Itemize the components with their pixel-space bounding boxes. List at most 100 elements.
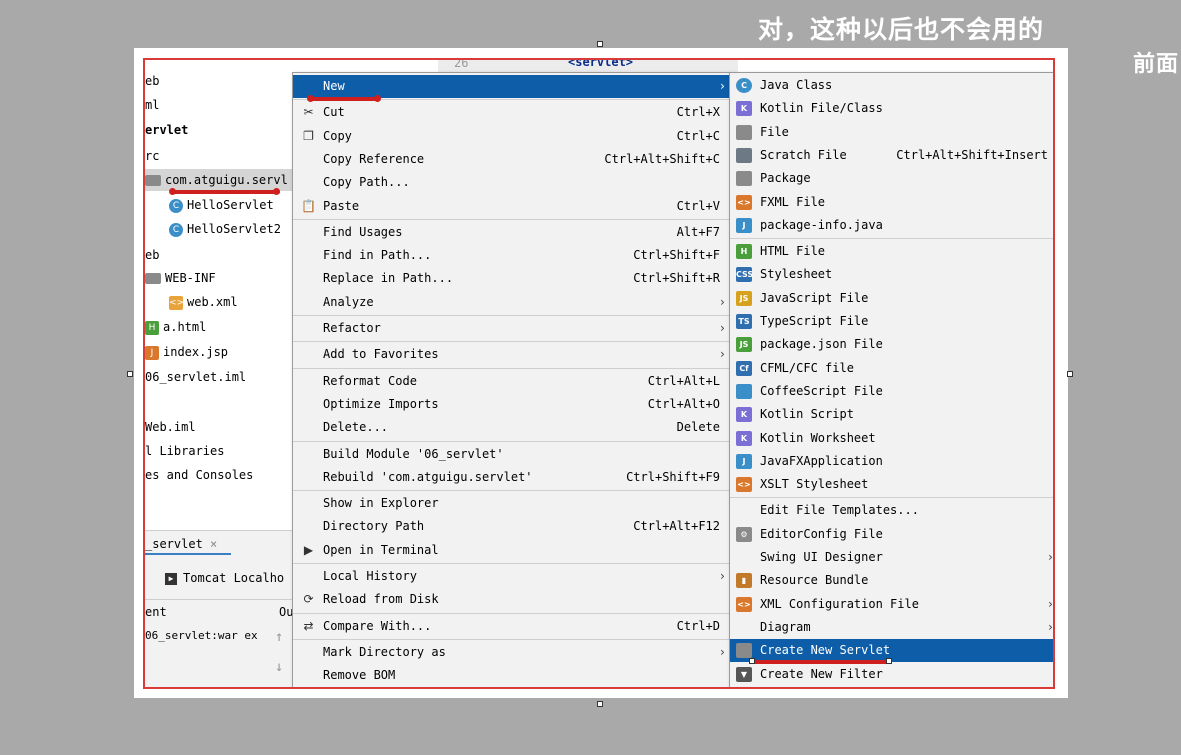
menu-item-copy-path[interactable]: Copy Path... [293,171,730,194]
run-tab[interactable]: _servlet × [145,537,217,551]
menu-item-label: JavaScript File [760,290,869,305]
tree-item[interactable]: C HelloServlet [169,194,274,216]
menu-separator [293,563,730,564]
menu-item-fxml-file[interactable]: <> FXML File [730,191,1053,214]
tree-item[interactable]: com.atguigu.servl [145,169,295,191]
menu-item-label: package.json File [760,337,883,352]
menu-item-build-module-06-servlet[interactable]: Build Module '06_servlet' [293,443,730,466]
menu-item-label: CFML/CFC file [760,360,854,375]
close-icon[interactable]: × [210,537,217,551]
menu-item-cfml-cfc-file[interactable]: Cf CFML/CFC file [730,357,1053,380]
menu-item-shortcut: Ctrl+Alt+O [647,396,720,411]
menu-item-label: Rebuild 'com.atguigu.servlet' [323,469,533,484]
tree-item[interactable]: eb [145,244,159,266]
menu-item-package-json-file[interactable]: JS package.json File [730,333,1053,356]
resize-handle[interactable] [597,41,603,47]
menu-item-label: Kotlin File/Class [760,101,883,116]
tree-item[interactable]: Jindex.jsp [145,341,228,363]
menu-item-cut[interactable]: ✂ Cut Ctrl+X [293,101,730,124]
menu-item-analyze[interactable]: Analyze › [293,291,730,314]
resize-handle[interactable] [886,658,892,664]
menu-item-label: Resource Bundle [760,573,869,588]
menu-item-copy-reference[interactable]: Copy Reference Ctrl+Alt+Shift+C [293,148,730,171]
menu-item-label: HTML File [760,244,826,259]
menu-item-new[interactable]: New › [293,75,730,98]
menu-item-typescript-file[interactable]: TS TypeScript File [730,310,1053,333]
file-icon [736,124,752,140]
menu-item-xslt-stylesheet[interactable]: <> XSLT Stylesheet [730,473,1053,496]
menu-item-add-to-favorites[interactable]: Add to Favorites › [293,343,730,366]
menu-item-create-new-servlet[interactable]: Create New Servlet [730,639,1053,663]
menu-item-remove-bom[interactable]: Remove BOM [293,664,730,687]
menu-item-java-class[interactable]: C Java Class [730,74,1053,97]
tree-item[interactable]: Ha.html [145,316,206,338]
tree-item-label: WEB-INF [165,271,216,285]
deployment-row[interactable]: 06_servlet:war ex [145,629,258,642]
tree-item[interactable]: ml [145,94,159,116]
menu-item-label: Kotlin Script [760,407,854,422]
menu-item-package-info-java[interactable]: Jpackage-info.java [730,214,1053,237]
menu-item-label: Compare With... [323,618,432,633]
menu-item-label: Replace in Path... [323,271,454,286]
tree-item[interactable]: l Libraries [145,440,224,462]
menu-item-paste[interactable]: 📋 Paste Ctrl+V [293,195,730,218]
tree-item[interactable]: C HelloServlet2 [169,218,281,240]
menu-item-reload-from-disk[interactable]: ⟳ Reload from Disk [293,588,730,611]
tree-item[interactable]: <> web.xml [169,291,238,313]
menu-item-delete[interactable]: Delete... Delete [293,416,730,439]
menu-item-refactor[interactable]: Refactor › [293,317,730,340]
menu-item-find-usages[interactable]: Find Usages Alt+F7 [293,221,730,244]
menu-item-kotlin-worksheet[interactable]: K Kotlin Worksheet [730,427,1053,450]
kotlin-worksheet-icon: K [736,430,752,446]
menu-item-create-new-filter[interactable]: ▼ Create New Filter [730,663,1053,686]
menu-item-replace-in-path[interactable]: Replace in Path... Ctrl+Shift+R [293,267,730,290]
tree-item-label: eb [145,74,160,88]
menu-item-label: Remove BOM [323,668,396,683]
menu-item-xml-configuration-file[interactable]: <> XML Configuration File › [730,593,1053,616]
menu-item-optimize-imports[interactable]: Optimize Imports Ctrl+Alt+O [293,393,730,416]
menu-item-scratch-file[interactable]: Scratch File Ctrl+Alt+Shift+Insert [730,144,1053,167]
menu-item-editorconfig-file[interactable]: ⚙ EditorConfig File [730,523,1053,546]
menu-item-resource-bundle[interactable]: ▮ Resource Bundle [730,569,1053,592]
menu-item-swing-ui-designer[interactable]: Swing UI Designer › [730,546,1053,569]
menu-item-edit-file-templates[interactable]: Edit File Templates... [730,499,1053,522]
tree-item[interactable]: Web.iml [145,416,196,438]
resize-handle[interactable] [597,701,603,707]
menu-item-show-in-explorer[interactable]: Show in Explorer [293,492,730,515]
menu-item-label: File [760,124,789,139]
menu-item-file[interactable]: File [730,121,1053,144]
menu-item-compare-with[interactable]: ⇄ Compare With... Ctrl+D [293,615,730,638]
menu-item-directory-path[interactable]: Directory Path Ctrl+Alt+F12 [293,515,730,538]
tree-item[interactable]: WEB-INF [145,267,216,289]
menu-item-package[interactable]: Package [730,167,1053,190]
coffeescript-file-icon [736,383,752,399]
tree-item-label: ml [145,98,160,112]
menu-item-find-in-path[interactable]: Find in Path... Ctrl+Shift+F [293,244,730,267]
menu-item-stylesheet[interactable]: CSS Stylesheet [730,263,1053,286]
tree-item[interactable]: 06_servlet.iml [145,366,246,388]
menu-item-diagram[interactable]: Diagram › [730,616,1053,639]
tree-item[interactable]: eb [145,70,159,92]
menu-item-local-history[interactable]: Local History › [293,565,730,588]
menu-item-javafxapplication[interactable]: J JavaFXApplication [730,450,1053,473]
tomcat-item[interactable]: ▶ Tomcat Localho [165,571,284,585]
menu-item-kotlin-script[interactable]: K Kotlin Script [730,403,1053,426]
menu-item-coffeescript-file[interactable]: CoffeeScript File [730,380,1053,403]
menu-item-mark-directory-as[interactable]: Mark Directory as › [293,641,730,664]
tree-item[interactable]: ervlet [145,119,188,141]
tree-item[interactable]: es and Consoles [145,464,253,486]
arrow-up-icon[interactable]: ↑ [275,629,283,645]
menu-item-reformat-code[interactable]: Reformat Code Ctrl+Alt+L [293,370,730,393]
menu-item-javascript-file[interactable]: JS JavaScript File [730,287,1053,310]
resize-handle[interactable] [749,658,755,664]
menu-item-rebuild-com-atguigu-servlet[interactable]: Rebuild 'com.atguigu.servlet' Ctrl+Shift+… [293,466,730,489]
arrow-down-icon[interactable]: ↓ [275,659,283,675]
tree-item[interactable]: rc [145,145,159,167]
menu-item-copy[interactable]: ❐ Copy Ctrl+C [293,125,730,148]
resize-handle[interactable] [1067,371,1073,377]
menu-item-html-file[interactable]: H HTML File [730,240,1053,263]
resize-handle[interactable] [127,371,133,377]
menu-item-open-in-terminal[interactable]: ▶ Open in Terminal [293,539,730,562]
chevron-right-icon: › [718,294,726,309]
menu-item-kotlin-file-class[interactable]: K Kotlin File/Class [730,97,1053,120]
